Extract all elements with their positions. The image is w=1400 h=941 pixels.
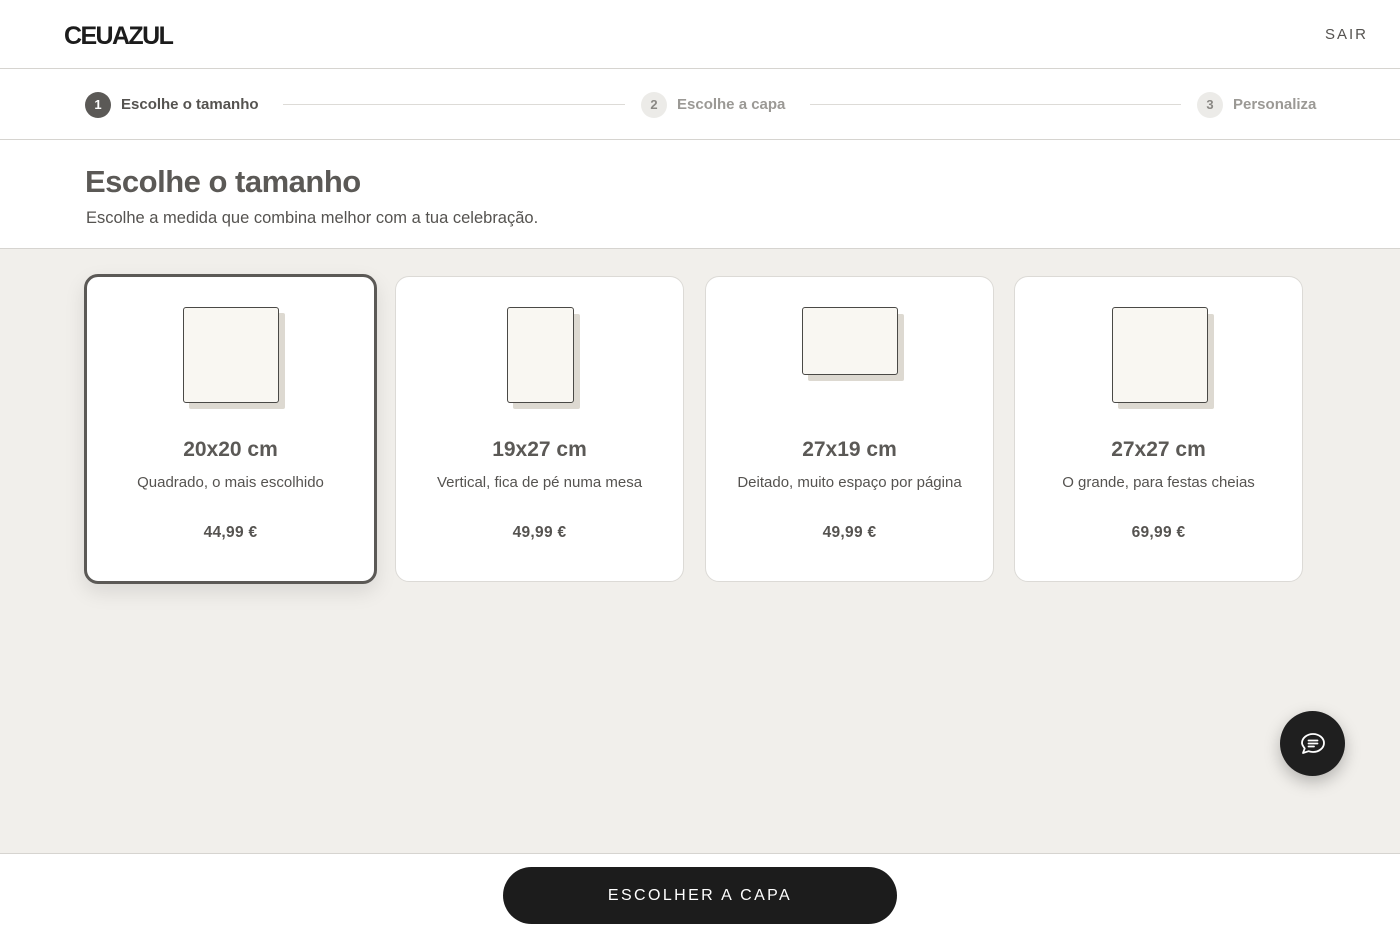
step-label: Escolhe o tamanho [121,96,259,113]
step-connector [283,104,625,105]
size-label: 27x19 cm [802,438,897,461]
size-card-19x27[interactable]: 19x27 cm Vertical, fica de pé numa mesa … [395,276,684,582]
page-subtitle: Escolhe a medida que combina melhor com … [86,209,539,227]
chat-bubble-icon [1299,730,1327,758]
brand-logo[interactable]: CEUAZUL [64,22,174,51]
step-connector [810,104,1181,105]
top-header: CEUAZUL SAIR [0,0,1400,69]
step-label: Escolhe a capa [677,96,786,113]
size-label: 19x27 cm [492,438,587,461]
size-card-27x27[interactable]: 27x27 cm O grande, para festas cheias 69… [1014,276,1303,582]
step-number: 2 [641,91,667,118]
step-label: Personaliza [1233,96,1317,113]
step-2[interactable]: 2 Escolhe a capa [641,91,785,118]
size-options: 20x20 cm Quadrado, o mais escolhido 44,9… [0,249,1400,853]
intro-section: Escolhe o tamanho Escolhe a medida que c… [0,140,1400,249]
step-1[interactable]: 1 Escolhe o tamanho [85,91,259,118]
chat-button[interactable] [1280,711,1345,776]
size-price: 49,99 € [512,524,567,541]
size-price: 44,99 € [203,524,258,541]
choose-cover-button[interactable]: ESCOLHER A CAPA [503,867,897,924]
size-description: Quadrado, o mais escolhido [137,474,324,491]
size-card-20x20[interactable]: 20x20 cm Quadrado, o mais escolhido 44,9… [84,274,377,584]
size-price: 69,99 € [1131,524,1186,541]
step-number: 1 [85,91,111,118]
size-label: 20x20 cm [183,438,278,461]
size-description: Deitado, muito espaço por página [737,474,962,491]
size-description: O grande, para festas cheias [1062,474,1255,491]
step-number: 3 [1197,91,1223,118]
size-price: 49,99 € [822,524,877,541]
size-description: Vertical, fica de pé numa mesa [436,474,643,491]
bottom-bar: ESCOLHER A CAPA [0,853,1400,941]
size-card-27x19[interactable]: 27x19 cm Deitado, muito espaço por págin… [705,276,994,582]
step-3[interactable]: 3 Personaliza [1197,91,1316,118]
size-label: 27x27 cm [1111,438,1206,461]
exit-link[interactable]: SAIR [1325,26,1368,43]
page-title: Escolhe o tamanho [85,164,361,199]
progress-stepper: 1 Escolhe o tamanho 2 Escolhe a capa 3 P… [0,69,1400,140]
